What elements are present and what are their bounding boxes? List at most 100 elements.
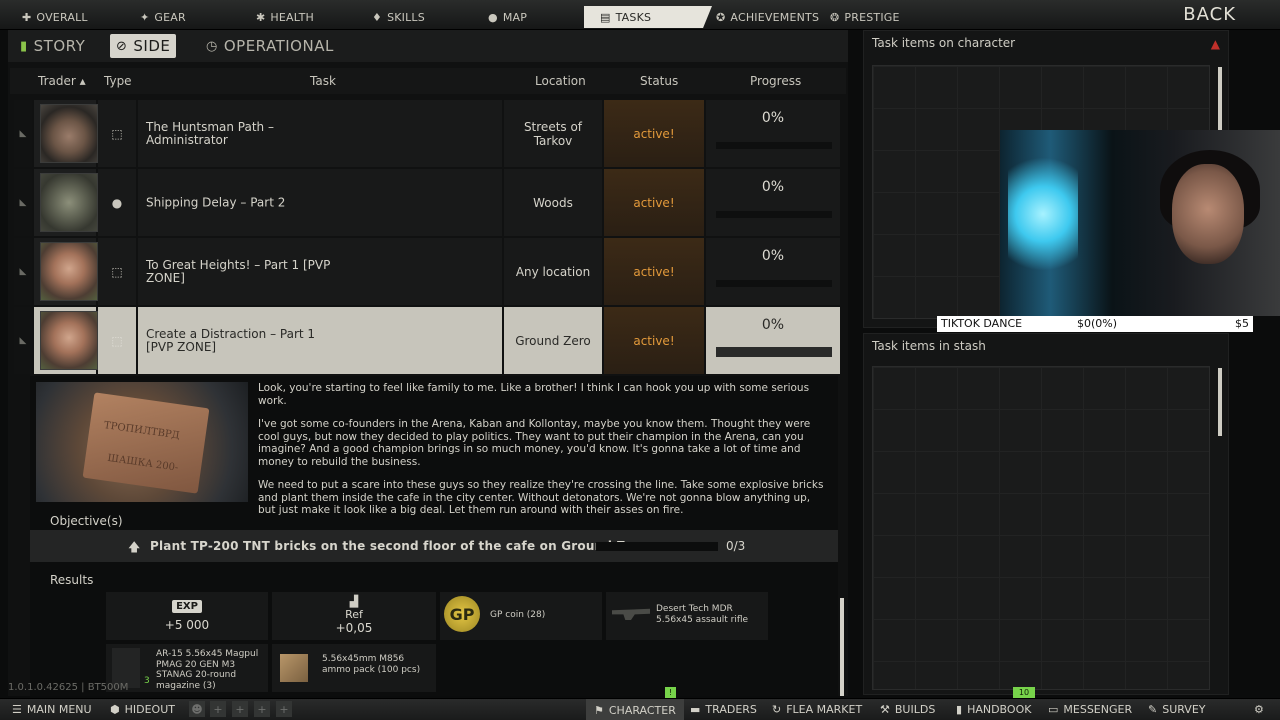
reputation-value: +0,05 bbox=[335, 621, 373, 635]
objectives-heading: Objective(s) bbox=[50, 514, 123, 528]
quick-slot-add-icon[interactable]: + bbox=[210, 701, 226, 717]
messenger-button[interactable]: ▭ MESSENGER bbox=[1048, 703, 1132, 716]
progress-bar bbox=[716, 211, 832, 218]
builds-label: BUILDS bbox=[894, 703, 936, 716]
task-cell: To Great Heights! – Part 1 [PVP ZONE] bbox=[138, 238, 502, 305]
location-cell: Streets of Tarkov bbox=[504, 100, 602, 167]
table-row-selected[interactable]: ◣ ⬚ Create a Distraction – Part 1 [PVP Z… bbox=[14, 307, 840, 374]
scrollbar[interactable] bbox=[1218, 368, 1222, 436]
traders-button[interactable]: ▬ TRADERS bbox=[690, 703, 757, 716]
expand-arrow-icon[interactable]: ◣ bbox=[14, 169, 32, 236]
flea-market-label: FLEA MARKET bbox=[786, 703, 863, 716]
tab-tasks[interactable]: ▤ TASKS bbox=[584, 6, 712, 28]
reward-magazine[interactable]: 3 AR-15 5.56x45 Magpul PMAG 20 GEN M3 ST… bbox=[106, 644, 268, 692]
status-cell: active! bbox=[604, 100, 704, 167]
progress-bar bbox=[716, 142, 832, 149]
table-row[interactable]: ◣ ⬚ The Huntsman Path – Administrator St… bbox=[14, 100, 840, 167]
subtab-operational[interactable]: ◷ OPERATIONAL bbox=[206, 34, 334, 58]
subtab-story[interactable]: ▮ STORY bbox=[20, 34, 85, 58]
settings-button[interactable]: ⚙ bbox=[1254, 703, 1264, 716]
reward-rifle[interactable]: Desert Tech MDR 5.56x45 assault rifle bbox=[606, 592, 768, 640]
reward-ammo-pack[interactable]: 5.56x45mm M856 ammo pack (100 pcs) bbox=[272, 644, 436, 692]
task-details: ТРОПИЛТВРД ШАШКА 200- Look, you're start… bbox=[30, 376, 838, 696]
prapor-portrait bbox=[40, 242, 98, 301]
survey-icon: ✎ bbox=[1148, 703, 1158, 716]
task-progress: 0% bbox=[761, 179, 785, 195]
header-location[interactable]: Location bbox=[535, 74, 586, 88]
exp-badge: EXP bbox=[172, 600, 202, 613]
handbook-label: HANDBOOK bbox=[967, 703, 1032, 716]
location-cell: Woods bbox=[504, 169, 602, 236]
table-row[interactable]: ◣ ⬚ To Great Heights! – Part 1 [PVP ZONE… bbox=[14, 238, 840, 305]
quick-slot-face-icon[interactable]: ☻ bbox=[189, 701, 205, 717]
reward-gp-coin[interactable]: GP GP coin (28) bbox=[440, 592, 602, 640]
handbook-button[interactable]: ▮ HANDBOOK bbox=[956, 703, 1031, 716]
quick-slot-add-icon[interactable]: + bbox=[276, 701, 292, 717]
reward-exp: EXP +5 000 bbox=[106, 592, 268, 640]
prapor-portrait bbox=[40, 311, 98, 370]
scrollbar[interactable] bbox=[1218, 67, 1222, 131]
achievements-icon: ✪ bbox=[716, 10, 726, 24]
character-notification-badge: ! bbox=[665, 687, 676, 698]
tab-overall[interactable]: ✚ OVERALL bbox=[0, 6, 116, 28]
gear-icon: ✦ bbox=[140, 10, 150, 24]
ammo-pack-icon bbox=[280, 654, 308, 682]
location-cell: Ground Zero bbox=[504, 307, 602, 374]
tab-health[interactable]: ✱ HEALTH bbox=[234, 6, 348, 28]
header-progress[interactable]: Progress bbox=[750, 74, 801, 88]
survey-button[interactable]: ✎ SURVEY bbox=[1148, 703, 1206, 716]
exit-icon: ⬚ bbox=[98, 238, 136, 305]
task-status: active! bbox=[633, 264, 675, 279]
builds-button[interactable]: ⚒ BUILDS bbox=[880, 703, 935, 716]
reputation-icon: ▟ bbox=[349, 595, 359, 608]
task-name: Shipping Delay – Part 2 bbox=[146, 195, 286, 209]
quest-image: ТРОПИЛТВРД ШАШКА 200- bbox=[36, 382, 248, 502]
progress-cell: 0% bbox=[706, 100, 840, 167]
header-trader[interactable]: Trader ▴ bbox=[38, 74, 86, 88]
prestige-icon: ❂ bbox=[830, 10, 840, 24]
progress-cell: 0% bbox=[706, 307, 840, 374]
task-category-tabs: ▮ STORY ⊘ SIDE ◷ OPERATIONAL bbox=[8, 30, 848, 62]
header-task[interactable]: Task bbox=[310, 74, 336, 88]
main-menu-button[interactable]: ☰ MAIN MENU bbox=[12, 703, 92, 716]
donation-goal-progress: $0(0%) bbox=[1077, 317, 1118, 330]
character-button[interactable]: ⚑ CHARACTER bbox=[586, 699, 684, 720]
expand-arrow-icon[interactable]: ◣ bbox=[14, 307, 32, 374]
tab-gear[interactable]: ✦ GEAR bbox=[118, 6, 232, 28]
task-name: To Great Heights! – Part 1 [PVP ZONE] bbox=[146, 257, 331, 285]
controller-icon: ✚ bbox=[22, 10, 32, 24]
back-button[interactable]: BACK bbox=[1183, 4, 1236, 25]
quick-slot-add-icon[interactable]: + bbox=[254, 701, 270, 717]
tnt-brick-image: ТРОПИЛТВРД ШАШКА 200- bbox=[82, 392, 210, 494]
subtab-side-label: SIDE bbox=[133, 37, 171, 55]
task-status: active! bbox=[633, 126, 675, 141]
item-grid[interactable] bbox=[872, 366, 1210, 690]
tab-gear-label: GEAR bbox=[154, 10, 186, 24]
expand-arrow-icon[interactable]: ◣ bbox=[14, 238, 32, 305]
tab-tasks-label: TASKS bbox=[615, 10, 652, 24]
task-progress: 0% bbox=[761, 317, 785, 333]
task-cell: Shipping Delay – Part 2 bbox=[138, 169, 502, 236]
flea-market-button[interactable]: ↻ FLEA MARKET bbox=[772, 703, 862, 716]
header-status[interactable]: Status bbox=[640, 74, 678, 88]
ammo-pack-label: 5.56x45mm M856 ammo pack (100 pcs) bbox=[322, 654, 421, 675]
table-row[interactable]: ◣ ● Shipping Delay – Part 2 Woods active… bbox=[14, 169, 840, 236]
header-type[interactable]: Type bbox=[104, 74, 132, 88]
quick-slot-add-icon[interactable]: + bbox=[232, 701, 248, 717]
tab-skills[interactable]: ♦ SKILLS bbox=[350, 6, 464, 28]
expand-arrow-icon[interactable]: ◣ bbox=[14, 100, 32, 167]
tab-health-label: HEALTH bbox=[270, 10, 314, 24]
brick-text-bottom: ШАШКА 200- bbox=[106, 452, 179, 474]
subtab-side[interactable]: ⊘ SIDE bbox=[110, 34, 177, 58]
menu-icon: ☰ bbox=[12, 703, 22, 716]
exp-value: +5 000 bbox=[164, 618, 210, 632]
task-items-in-stash-panel: Task items in stash bbox=[863, 333, 1229, 695]
tab-prestige[interactable]: ❂ PRESTIGE bbox=[812, 6, 938, 28]
jaeger-portrait bbox=[40, 104, 98, 163]
clock-icon: ◷ bbox=[206, 38, 218, 54]
tasks-scrollbar[interactable] bbox=[840, 598, 844, 696]
tab-map[interactable]: ● MAP bbox=[466, 6, 580, 28]
tab-achievements[interactable]: ✪ ACHIEVEMENTS bbox=[698, 6, 822, 28]
location-pin-icon: ● bbox=[98, 169, 136, 236]
hideout-button[interactable]: ⬢ HIDEOUT bbox=[110, 703, 175, 716]
